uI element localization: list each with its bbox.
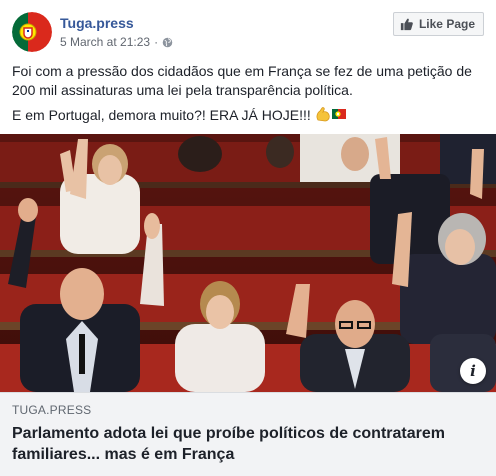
post-paragraph-2-wrapper: E em Portugal, demora muito?! ERA JÁ HOJ… — [12, 106, 484, 125]
meta-separator: · — [154, 35, 159, 49]
post-paragraph-1: Foi com a pressão dos cidadãos que em Fr… — [12, 63, 472, 98]
link-title[interactable]: Parlamento adota lei que proíbe político… — [12, 423, 484, 465]
post-body: Foi com a pressão dos cidadãos que em Fr… — [12, 62, 484, 131]
globe-icon — [162, 37, 173, 47]
info-button[interactable]: i — [460, 358, 486, 384]
portugal-flag-avatar-icon — [12, 12, 52, 52]
facebook-post: Tuga.press 5 March at 21:23 · Like Page … — [0, 0, 496, 476]
parliament-vote-photo — [0, 134, 496, 392]
post-meta: 5 March at 21:23 · — [60, 35, 173, 49]
link-domain: TUGA.PRESS — [12, 403, 92, 417]
post-header: Tuga.press 5 March at 21:23 · Like Page — [12, 12, 484, 52]
post-timestamp[interactable]: 5 March at 21:23 — [60, 35, 150, 49]
post-paragraph-2: E em Portugal, demora muito?! ERA JÁ HOJ… — [12, 107, 311, 123]
like-page-label: Like Page — [418, 17, 475, 31]
post-photo[interactable]: i — [0, 134, 496, 392]
like-page-button[interactable]: Like Page — [392, 12, 484, 36]
thumbs-up-icon — [400, 18, 413, 31]
link-preview[interactable]: TUGA.PRESS Parlamento adota lei que proí… — [0, 392, 496, 476]
page-name-link[interactable]: Tuga.press — [60, 15, 134, 31]
flexed-biceps-emoji-icon — [316, 107, 330, 122]
page-avatar[interactable] — [12, 12, 52, 52]
portugal-flag-emoji-icon — [331, 109, 346, 119]
